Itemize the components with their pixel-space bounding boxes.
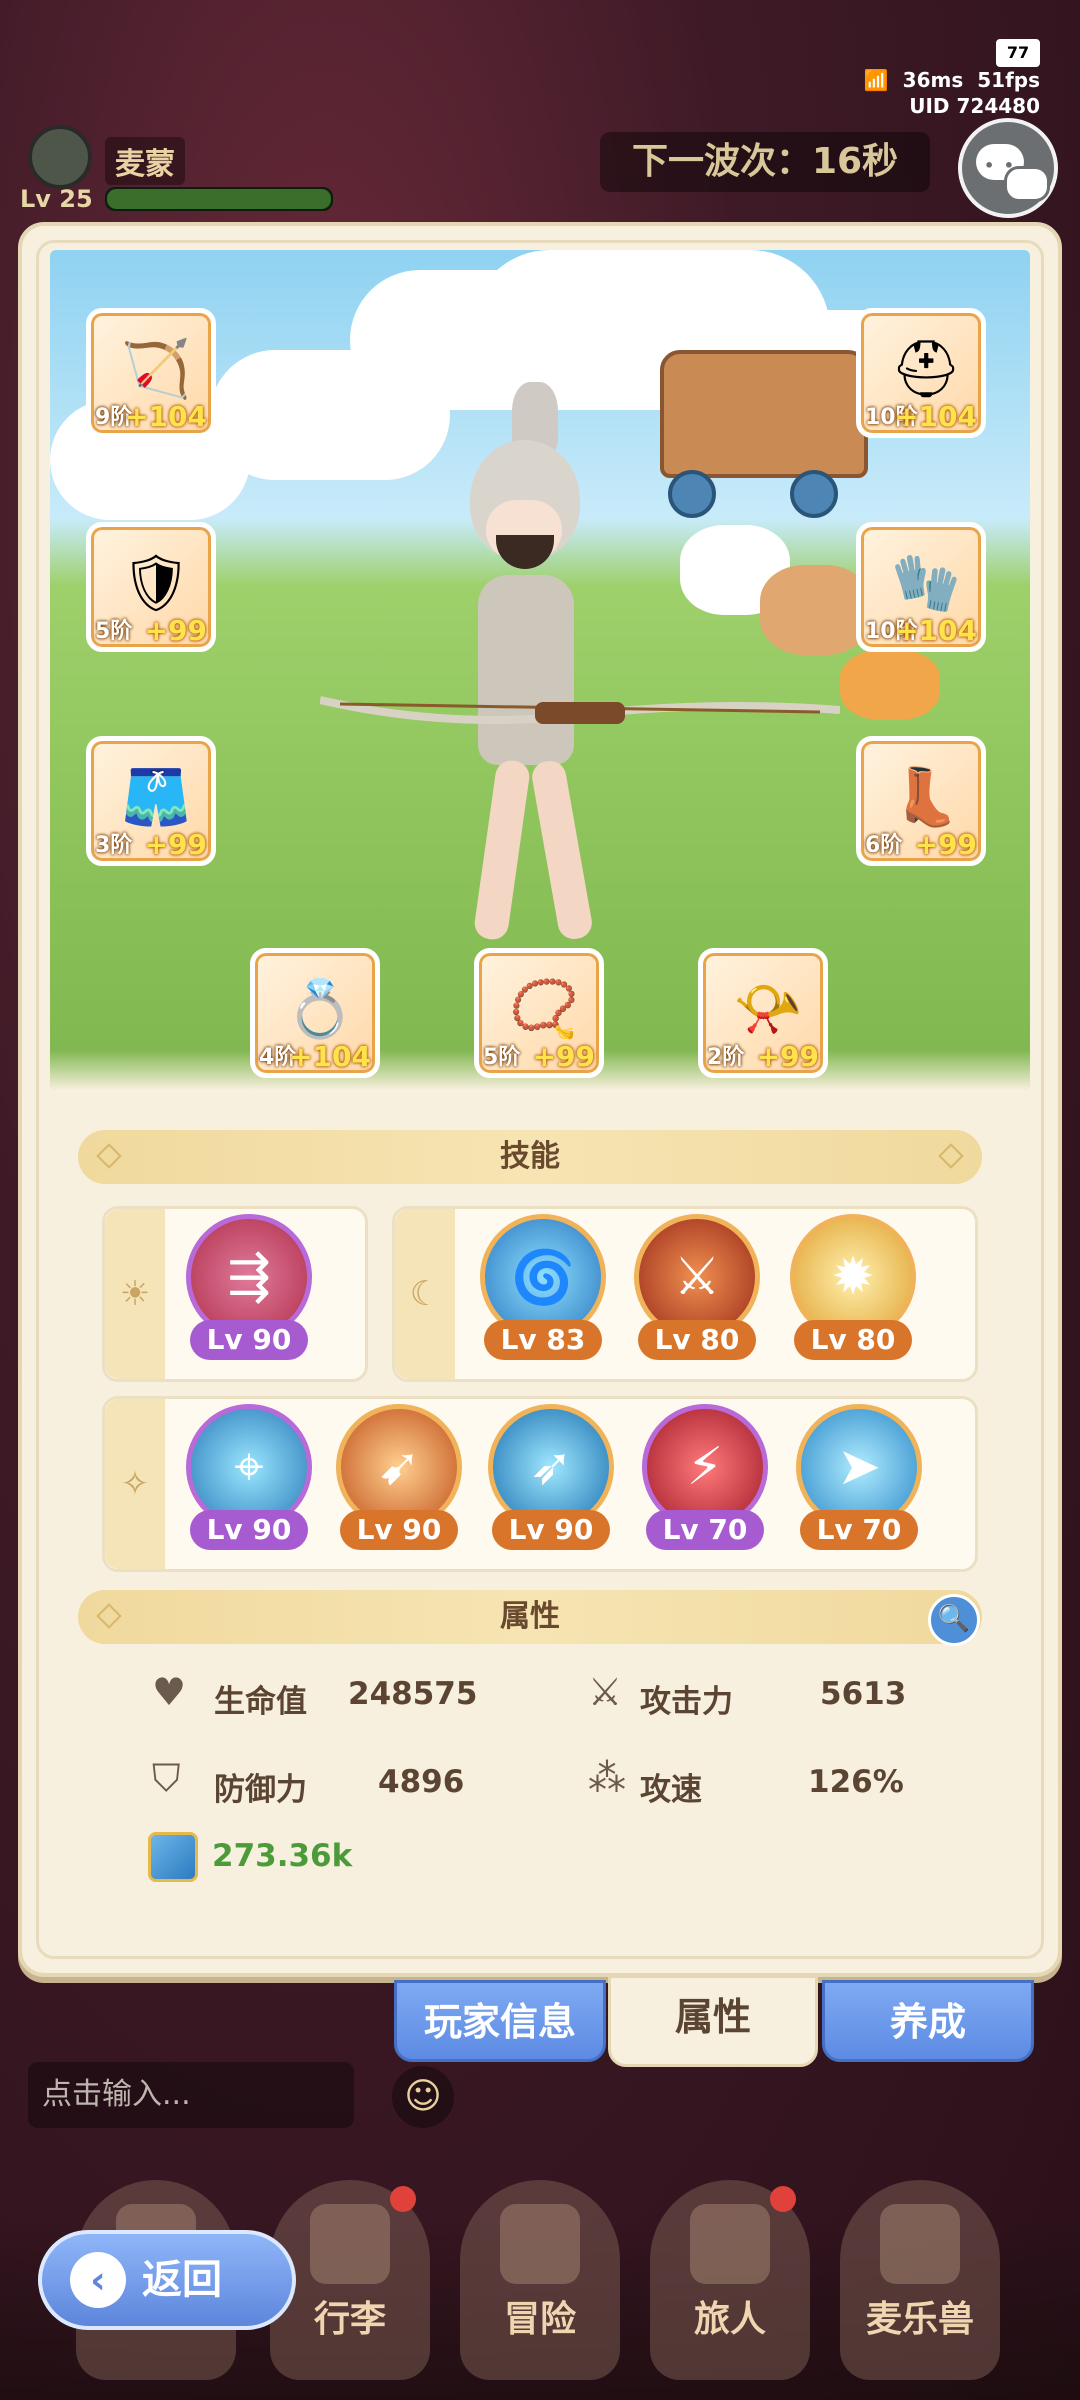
skill-slot[interactable]: ✹ Lv 80 bbox=[788, 1214, 918, 1364]
piercing-arrow-icon: ➤ bbox=[837, 1437, 881, 1497]
combat-power-icon bbox=[148, 1832, 198, 1882]
traveler-icon bbox=[690, 2204, 770, 2284]
player-name: 麦蒙 bbox=[105, 137, 185, 185]
search-icon[interactable]: 🔍 bbox=[928, 1594, 980, 1646]
attack-speed-value: 126% bbox=[808, 1764, 904, 1800]
vortex-icon: 🌀 bbox=[510, 1247, 576, 1308]
status-info: 77 📶 36ms 51fps UID 724480 bbox=[850, 38, 1040, 119]
helmet-icon: ⛑ bbox=[890, 337, 962, 402]
attack-speed-icon: ⁂ bbox=[588, 1756, 626, 1800]
attributes-header: 属性 bbox=[78, 1590, 982, 1644]
attack-value: 5613 bbox=[820, 1676, 907, 1712]
equip-slot-ring[interactable]: 💍 4阶 +104 bbox=[250, 948, 380, 1078]
bag-icon bbox=[310, 2204, 390, 2284]
shield-icon: ⛉ bbox=[152, 1756, 181, 1800]
arrow-rain-icon: ⇶ bbox=[227, 1247, 271, 1307]
sun-icon: ☀ bbox=[105, 1209, 165, 1379]
diamond-icon bbox=[96, 1603, 122, 1629]
equip-slot-chest[interactable]: 🛡 5阶 +99 bbox=[86, 522, 216, 652]
back-button[interactable]: ‹ 返回 bbox=[38, 2230, 296, 2330]
crossed-swords-icon bbox=[500, 2204, 580, 2284]
pet-orange bbox=[840, 650, 940, 720]
crossed-swords-icon: ⚔ bbox=[588, 1670, 623, 1714]
equip-slot-helmet[interactable]: ⛑ 10阶 +104 bbox=[856, 308, 986, 438]
notification-dot bbox=[770, 2186, 796, 2212]
chat-input[interactable]: 点击输入... bbox=[28, 2062, 354, 2128]
pet-brown bbox=[760, 565, 870, 655]
star-icon: ✧ bbox=[105, 1399, 165, 1569]
hp-label: 生命值 bbox=[214, 1684, 307, 1720]
fox-icon bbox=[880, 2204, 960, 2284]
wagon-wheel bbox=[790, 470, 838, 518]
tab-attributes[interactable]: 属性 bbox=[608, 1975, 818, 2067]
equip-slot-boots[interactable]: 👢 6阶 +99 bbox=[856, 736, 986, 866]
fps-text: 51fps bbox=[977, 68, 1040, 92]
ring-icon: 💍 bbox=[285, 977, 355, 1042]
nav-pet[interactable]: 麦乐兽 bbox=[840, 2180, 1000, 2380]
equip-slot-necklace[interactable]: 📿 5阶 +99 bbox=[474, 948, 604, 1078]
wave-timer: 下一波次：16秒 bbox=[600, 132, 930, 192]
equip-slot-weapon[interactable]: 🏹 9阶 +104 bbox=[86, 308, 216, 438]
ping-text: 36ms bbox=[902, 68, 964, 92]
skill-slot[interactable]: ⚔ Lv 80 bbox=[632, 1214, 762, 1364]
chat-button[interactable]: • • • bbox=[958, 118, 1058, 218]
skill-slot[interactable]: ➶ Lv 90 bbox=[486, 1404, 616, 1554]
sword-slash-icon: ⚔ bbox=[673, 1247, 721, 1307]
notification-dot bbox=[390, 2186, 416, 2212]
hp-value: 248575 bbox=[348, 1676, 478, 1712]
player-level: Lv 25 bbox=[20, 185, 93, 213]
exp-bar bbox=[105, 187, 333, 211]
battery-icon: 77 bbox=[996, 39, 1040, 67]
defense-value: 4896 bbox=[378, 1764, 465, 1800]
diamond-icon bbox=[96, 1143, 122, 1169]
eagle-icon: ➹ bbox=[377, 1437, 421, 1497]
top-hud: 77 📶 36ms 51fps UID 724480 麦蒙 Lv 25 下一波次：1… bbox=[0, 0, 1080, 240]
target-burst-icon: ✹ bbox=[831, 1247, 875, 1307]
skill-slot[interactable]: ⌖ Lv 90 bbox=[184, 1404, 314, 1554]
gloves-icon: 🧤 bbox=[891, 551, 961, 616]
leg-armor-icon: 🩳 bbox=[121, 765, 191, 830]
necklace-icon: 📿 bbox=[509, 977, 579, 1042]
boots-icon: 👢 bbox=[891, 765, 961, 830]
equip-slot-legs[interactable]: 🩳 3阶 +99 bbox=[86, 736, 216, 866]
chest-armor-icon: 🛡 bbox=[120, 551, 192, 616]
nav-traveler[interactable]: 旅人 bbox=[650, 2180, 810, 2380]
equip-slot-gloves[interactable]: 🧤 10阶 +104 bbox=[856, 522, 986, 652]
bow-icon: 🏹 bbox=[121, 337, 191, 402]
tab-cultivate[interactable]: 养成 bbox=[822, 1980, 1034, 2062]
moon-icon: ☾ bbox=[395, 1209, 455, 1379]
nav-adventure[interactable]: 冒险 bbox=[460, 2180, 620, 2380]
wifi-icon: 📶 bbox=[863, 68, 889, 92]
skill-slot[interactable]: ⚡ Lv 70 bbox=[640, 1404, 770, 1554]
bow-weapon bbox=[320, 696, 840, 724]
emoji-icon[interactable]: ☺ bbox=[392, 2066, 454, 2128]
uid-text: UID 724480 bbox=[909, 94, 1040, 118]
triple-arrow-icon: ➶ bbox=[529, 1437, 573, 1497]
combat-power-value: 273.36k bbox=[212, 1838, 353, 1874]
diamond-icon bbox=[938, 1143, 964, 1169]
skill-slot[interactable]: ⇶ Lv 90 bbox=[184, 1214, 314, 1364]
chevron-left-icon: ‹ bbox=[70, 2252, 126, 2308]
player-avatar[interactable] bbox=[28, 125, 92, 189]
skill-slot[interactable]: ➹ Lv 90 bbox=[334, 1404, 464, 1554]
skill-slot[interactable]: 🌀 Lv 83 bbox=[478, 1214, 608, 1364]
skills-header: 技能 bbox=[78, 1130, 982, 1184]
defense-label: 防御力 bbox=[214, 1772, 307, 1808]
tab-player-info[interactable]: 玩家信息 bbox=[394, 1980, 606, 2062]
attack-speed-label: 攻速 bbox=[640, 1772, 702, 1808]
lightning-arrow-icon: ⚡ bbox=[686, 1437, 724, 1497]
heart-icon: ♥ bbox=[152, 1670, 187, 1714]
horn-icon: 📯 bbox=[733, 977, 803, 1042]
crosshair-icon: ⌖ bbox=[234, 1436, 264, 1497]
wagon-wheel bbox=[668, 470, 716, 518]
skill-slot[interactable]: ➤ Lv 70 bbox=[794, 1404, 924, 1554]
wagon bbox=[660, 350, 868, 478]
equip-slot-relic[interactable]: 📯 2阶 +99 bbox=[698, 948, 828, 1078]
attack-label: 攻击力 bbox=[640, 1684, 733, 1720]
